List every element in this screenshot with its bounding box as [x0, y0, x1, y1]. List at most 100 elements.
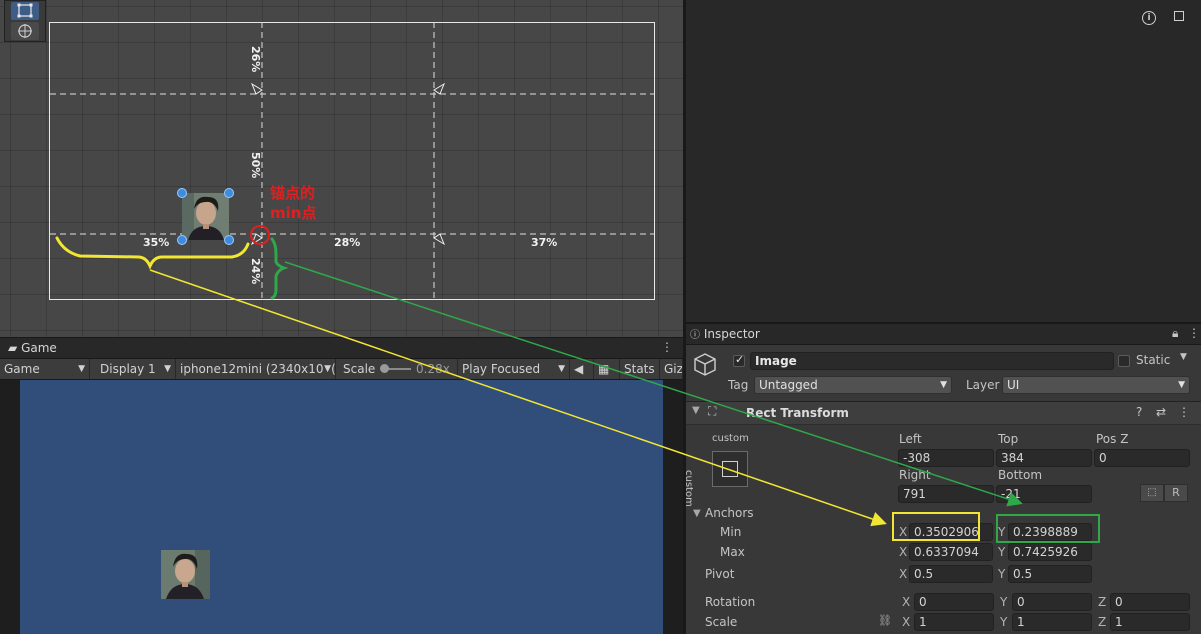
- portrait-thumbnail: [182, 193, 229, 240]
- bottom-value: -21: [1001, 487, 1021, 501]
- mute-audio-button[interactable]: ◀: [570, 359, 594, 379]
- object-name: Image: [755, 354, 797, 368]
- posz-field[interactable]: 0: [1094, 449, 1190, 467]
- pivot-x-field[interactable]: 0.5: [909, 565, 993, 583]
- static-label: Static: [1136, 353, 1171, 367]
- active-checkbox[interactable]: ✓: [733, 353, 745, 367]
- static-dropdown-arrow[interactable]: ▼: [1180, 352, 1187, 362]
- annotation-anchor-min: 锚点的 min点: [270, 183, 316, 223]
- layer-dropdown[interactable]: UI ▼: [1002, 376, 1190, 394]
- left-field[interactable]: -308: [898, 449, 994, 467]
- game-mode-dropdown[interactable]: Game ▼: [0, 359, 90, 379]
- play-mode-dropdown[interactable]: Play Focused ▼: [458, 359, 570, 379]
- rotation-x-field[interactable]: 0: [914, 593, 994, 611]
- highlight-min-y: [996, 514, 1100, 543]
- scale-label: Scale: [705, 615, 738, 629]
- pivot-y-value: 0.5: [1013, 567, 1033, 581]
- rotation-label: Rotation: [705, 595, 756, 609]
- tag-label: Tag: [728, 378, 749, 392]
- constrain-proportions-icon[interactable]: ⛓: [878, 614, 892, 627]
- pct-middle-horizontal: 28%: [334, 236, 361, 249]
- scene-image-object[interactable]: [182, 193, 229, 240]
- stats-button[interactable]: Stats: [620, 359, 660, 379]
- pivot-x-value: 0.5: [914, 567, 934, 581]
- foldout-arrow-icon[interactable]: ▼: [692, 405, 700, 416]
- gizmos-button[interactable]: Gizr: [660, 359, 683, 379]
- scale-y-value: 1: [1017, 615, 1025, 629]
- static-checkbox[interactable]: [1118, 355, 1130, 367]
- component-title: Rect Transform: [746, 406, 849, 420]
- anchor-max-y-value: 0.7425926: [1013, 545, 1078, 559]
- more-options-icon[interactable]: ⋮: [661, 340, 673, 354]
- right-field[interactable]: 791: [898, 485, 994, 503]
- inspector-tab-bar: ⓘ Inspector 🔒︎ ⋮: [686, 324, 1201, 344]
- scale-z-value: 1: [1115, 615, 1123, 629]
- anchor-preset-vertical-label: custom: [683, 470, 694, 507]
- rect-transform-header[interactable]: ▼ ⛶ Rect Transform ? ⇄ ⋮: [686, 401, 1201, 425]
- pivot-y-field[interactable]: 0.5: [1008, 565, 1092, 583]
- anchor-max-x-value: 0.6337094: [914, 545, 979, 559]
- inspector-body: ✓ Image Static ▼ Tag Untagged ▼ Layer UI ▼…: [683, 345, 1201, 634]
- annotation-line-2: min点: [270, 204, 317, 222]
- resize-handle-bottom-right[interactable]: [224, 235, 234, 245]
- shortcuts-button[interactable]: ▦: [594, 359, 620, 379]
- info-circle-icon: ⓘ: [690, 330, 700, 341]
- object-name-field[interactable]: Image: [750, 352, 1114, 370]
- scale-value: 0.28x: [416, 362, 450, 376]
- scale-slider[interactable]: Scale 0.28x: [339, 359, 458, 379]
- pct-left-horizontal: 35%: [143, 236, 170, 249]
- scale-x-axis: X: [902, 615, 911, 629]
- pivot-x-axis: X: [899, 567, 908, 581]
- rotation-y-axis: Y: [1000, 595, 1008, 609]
- stats-label: Stats: [624, 362, 655, 376]
- rect-transform-icon: ⛶: [708, 404, 717, 418]
- bottom-field[interactable]: -21: [996, 485, 1092, 503]
- max-y-axis: Y: [998, 545, 1006, 559]
- layer-value: UI: [1007, 378, 1020, 392]
- scale-x-value: 1: [919, 615, 927, 629]
- pivot-label: Pivot: [705, 567, 735, 581]
- resize-handle-top-left[interactable]: [177, 188, 187, 198]
- anchor-preset-button[interactable]: [712, 451, 748, 487]
- scale-z-field[interactable]: 1: [1110, 613, 1190, 631]
- display-dropdown[interactable]: Display 1 ▼: [96, 359, 176, 379]
- info-icon[interactable]: i: [1142, 11, 1156, 25]
- anchors-foldout-icon[interactable]: ▼: [693, 508, 701, 519]
- anchor-max-label: Max: [720, 545, 745, 559]
- component-menu-icon[interactable]: ⋮: [1178, 405, 1190, 419]
- blueprint-mode-button[interactable]: ⬚: [1140, 484, 1164, 502]
- scale-x-field[interactable]: 1: [914, 613, 994, 631]
- tab-game[interactable]: ▰ Game: [4, 338, 61, 358]
- game-tab-label: Game: [21, 341, 57, 355]
- raw-edit-button[interactable]: R: [1164, 484, 1188, 502]
- window-options-icon[interactable]: [1174, 11, 1184, 21]
- rotation-y-field[interactable]: 0: [1012, 593, 1092, 611]
- resize-handle-bottom-left[interactable]: [177, 235, 187, 245]
- anchor-guides: [50, 22, 655, 300]
- anchor-max-x-field[interactable]: 0.6337094: [909, 543, 993, 561]
- tag-value: Untagged: [759, 378, 818, 392]
- right-value: 791: [903, 487, 926, 501]
- pct-bottom-vertical: 24%: [249, 258, 262, 285]
- more-options-icon[interactable]: ⋮: [1188, 326, 1200, 340]
- resolution-dropdown[interactable]: iphone12mini (2340x108(▼: [176, 359, 336, 379]
- tab-inspector[interactable]: ⓘ Inspector: [690, 324, 760, 344]
- help-icon[interactable]: ?: [1136, 405, 1142, 419]
- tag-dropdown[interactable]: Untagged ▼: [754, 376, 952, 394]
- top-value: 384: [1001, 451, 1024, 465]
- rotation-z-field[interactable]: 0: [1110, 593, 1190, 611]
- resolution-label: iphone12mini (2340x108(: [180, 362, 336, 376]
- preset-sliders-icon[interactable]: ⇄: [1156, 405, 1166, 419]
- scale-slider-thumb[interactable]: [380, 364, 389, 373]
- rotation-x-axis: X: [902, 595, 911, 609]
- anchor-max-y-field[interactable]: 0.7425926: [1008, 543, 1092, 561]
- scale-y-field[interactable]: 1: [1012, 613, 1092, 631]
- scene-view[interactable]: 26% 50% 24% 35% 28% 37% 锚点的 min点: [0, 0, 683, 337]
- resize-handle-top-right[interactable]: [224, 188, 234, 198]
- pivot-y-axis: Y: [998, 567, 1006, 581]
- scale-label: Scale: [343, 362, 376, 376]
- game-canvas: [20, 380, 663, 634]
- anchor-preset-label: custom: [712, 433, 749, 444]
- lock-icon[interactable]: 🔒︎: [1172, 326, 1178, 341]
- top-field[interactable]: 384: [996, 449, 1092, 467]
